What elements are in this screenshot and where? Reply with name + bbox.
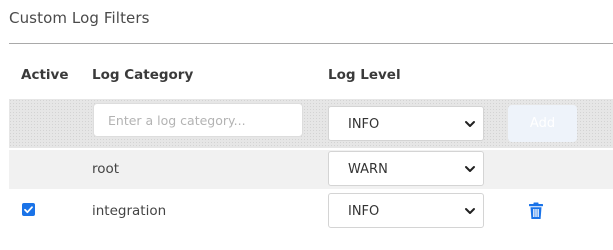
integration-log-level-select[interactable]: INFO: [328, 193, 484, 228]
root-log-level-value: WARN: [348, 162, 388, 177]
log-category-text: root: [92, 161, 120, 177]
column-header-log-category: Log Category: [92, 67, 194, 83]
integration-log-level-value: INFO: [348, 204, 380, 219]
title-divider: [9, 43, 613, 44]
new-log-level-select[interactable]: INFO: [328, 106, 484, 141]
add-button[interactable]: Add: [508, 105, 577, 142]
root-log-level-select[interactable]: WARN: [328, 151, 484, 186]
log-category-input[interactable]: [93, 103, 303, 137]
custom-log-filters-panel: Custom Log Filters Active Log Category L…: [0, 0, 613, 250]
column-header-log-level: Log Level: [328, 67, 401, 83]
chevron-down-icon: [465, 208, 475, 214]
new-log-level-value: INFO: [348, 117, 380, 132]
log-category-text: integration: [92, 203, 167, 219]
checkbox-checked-icon: [24, 206, 33, 214]
active-checkbox[interactable]: [22, 203, 35, 216]
panel-title: Custom Log Filters: [9, 9, 150, 27]
chevron-down-icon: [465, 121, 475, 127]
trash-icon[interactable]: [528, 202, 544, 220]
filter-row-integration: integration INFO: [9, 190, 613, 232]
new-filter-row: INFO Add: [9, 99, 613, 148]
chevron-down-icon: [465, 166, 475, 172]
column-header-active: Active: [21, 67, 69, 83]
filter-row-root: root WARN: [9, 150, 613, 189]
